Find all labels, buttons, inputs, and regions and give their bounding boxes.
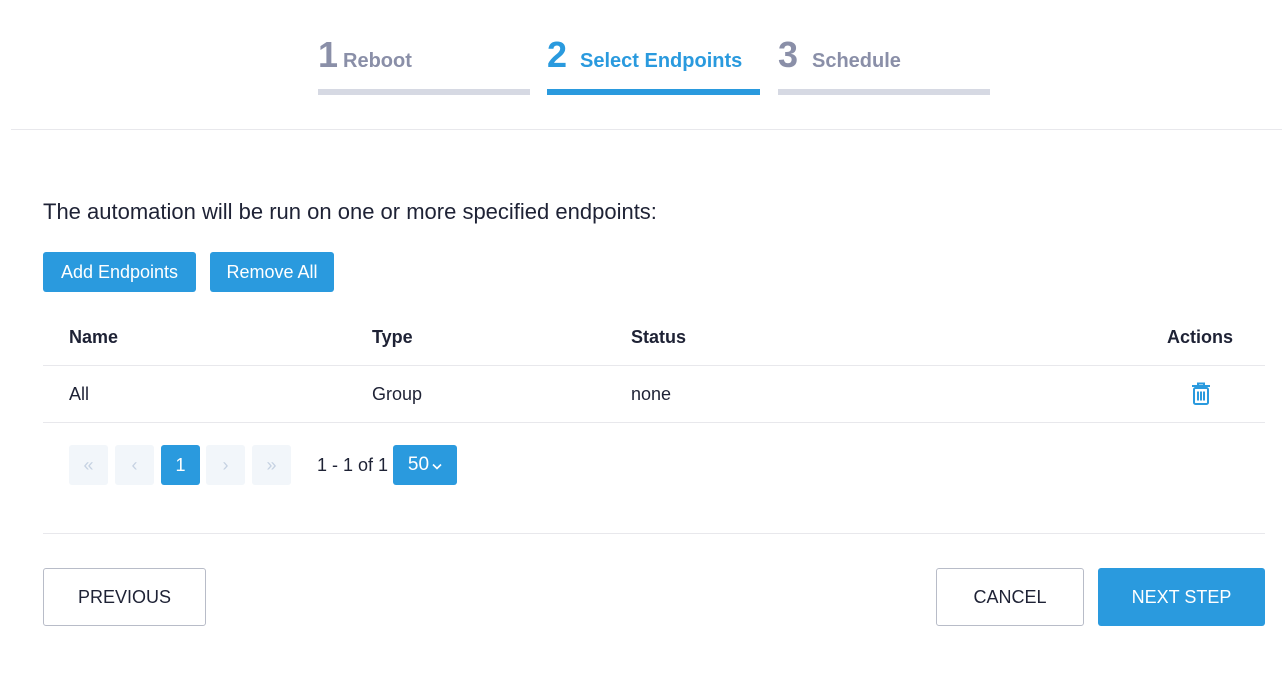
add-endpoints-button[interactable]: Add Endpoints [43,252,196,292]
cell-status: none [631,383,672,404]
footer-divider [43,533,1265,534]
last-page-button[interactable]: » [252,445,291,485]
column-header-type[interactable]: Type [372,310,413,365]
step-reboot[interactable]: 1 Reboot [318,34,530,96]
per-page-select[interactable]: 50 [393,445,457,485]
remove-all-button[interactable]: Remove All [210,252,334,292]
step-progress-bar [547,89,760,95]
table-row: All Group none [43,366,1265,423]
next-page-button[interactable]: › [206,445,245,485]
step-select-endpoints[interactable]: 2 Select Endpoints [547,34,760,96]
step-number: 1 [318,34,339,75]
step-label: Reboot [343,50,412,72]
cancel-button[interactable]: CANCEL [936,568,1084,626]
wizard-stepper: 1 Reboot 2 Select Endpoints 3 Schedule [318,34,990,96]
table-header: Name Type Status Actions [43,310,1265,366]
first-page-button[interactable]: « [69,445,108,485]
page-1-button[interactable]: 1 [161,445,200,485]
column-header-name[interactable]: Name [69,310,118,365]
step-label: Schedule [812,50,901,72]
step-progress-bar [318,89,530,95]
pagination-range: 1 - 1 of 1 [317,454,389,475]
previous-button[interactable]: PREVIOUS [43,568,206,626]
step-number: 2 [547,34,568,75]
cell-actions [1190,366,1212,422]
column-header-actions: Actions [1166,327,1233,347]
step-schedule[interactable]: 3 Schedule [778,34,990,96]
cell-type: Group [372,383,423,404]
step-progress-bar [778,89,990,95]
step-number: 3 [778,34,799,75]
step-label: Select Endpoints [580,50,743,72]
column-header-status[interactable]: Status [631,310,686,365]
cell-name: All [69,383,90,404]
header-divider [11,129,1282,130]
previous-page-button[interactable]: ‹ [115,445,154,485]
next-step-button[interactable]: NEXT STEP [1098,568,1265,626]
trash-icon[interactable] [1190,382,1212,406]
chevron-down-icon [432,463,442,470]
per-page-value: 50 [407,454,430,475]
intro-text: The automation will be run on one or mor… [43,199,657,224]
endpoints-table: Name Type Status Actions All Group none [43,310,1265,423]
